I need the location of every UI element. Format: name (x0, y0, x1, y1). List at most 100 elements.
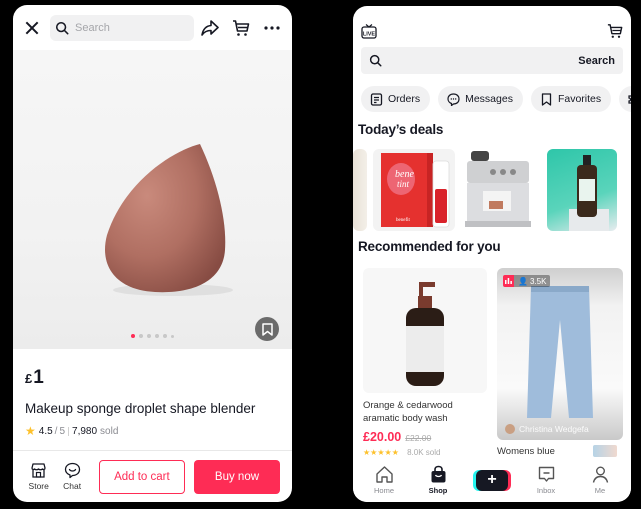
deal-item[interactable] (461, 149, 541, 231)
rating-max: 5 (59, 425, 66, 437)
product-price: £20.00 £22.00 (363, 430, 431, 444)
pagination-dot[interactable] (155, 334, 159, 338)
divider (68, 426, 70, 436)
rating-separator: / (54, 425, 58, 437)
nav-label: Home (373, 486, 394, 495)
pagination-dot[interactable] (139, 334, 143, 338)
chip-messages[interactable]: Messages (438, 86, 523, 112)
share-icon[interactable] (200, 18, 220, 38)
product-detail-screen: Search £ 1 Makeup sponge droplet shape b… (13, 5, 292, 502)
chip-label: Orders (388, 93, 421, 105)
blue-trousers-image (527, 286, 593, 418)
product-image-gallery[interactable] (13, 50, 292, 349)
chip-favorites[interactable]: Favorites (530, 86, 612, 112)
add-to-cart-button[interactable]: Add to cart (98, 459, 185, 494)
nav-shop[interactable]: Shop (416, 465, 460, 495)
search-icon (55, 21, 69, 34)
coupon-icon (628, 94, 631, 104)
deal-brand-text: tint (397, 179, 410, 189)
product-card[interactable] (363, 268, 487, 393)
product-rating: ★★★★★ 8.0K sold (363, 448, 440, 457)
bottom-navigation: Home Shop + Inbox Me (353, 458, 631, 502)
deal-sub-text: benefit (396, 218, 410, 223)
nav-label: Me (594, 486, 606, 495)
pagination-dot[interactable] (171, 334, 174, 338)
orders-icon (370, 92, 383, 106)
creator-tag[interactable]: Christina Wedgefa (505, 424, 589, 434)
close-icon[interactable] (23, 19, 41, 37)
product-title: Makeup sponge droplet shape blender (25, 401, 256, 416)
product-thumbnail (593, 445, 617, 457)
cart-icon[interactable] (231, 18, 251, 38)
original-price: £22.00 (405, 433, 432, 443)
chip-label: Messages (465, 93, 513, 105)
product-name: Orange & cedarwood aramatic body wash (363, 400, 453, 424)
search-icon (369, 54, 382, 67)
chip-coupons[interactable] (619, 86, 631, 112)
price-amount: 1 (33, 367, 44, 388)
body-wash-image (406, 282, 444, 386)
store-icon (31, 463, 46, 478)
chat-icon (64, 462, 80, 479)
store-button[interactable]: Store (26, 462, 51, 491)
todays-deals-carousel[interactable]: bene tint benefit (353, 149, 617, 231)
buy-now-button[interactable]: Buy now (193, 459, 280, 494)
nav-create[interactable]: + (470, 469, 514, 491)
deal-item[interactable] (547, 149, 617, 231)
makeup-sponge-image (105, 144, 233, 296)
rating-value: 4.5 (38, 425, 53, 437)
create-plus-icon: + (473, 469, 511, 491)
creator-name: Christina Wedgefa (519, 424, 589, 434)
nav-me[interactable]: Me (578, 465, 622, 495)
inbox-icon (538, 466, 554, 482)
profile-icon (592, 466, 608, 483)
quick-links: Orders Messages Favorites (361, 86, 631, 112)
shop-search-input[interactable]: Search (361, 47, 623, 74)
svg-text:LIVE: LIVE (363, 31, 376, 37)
rating-stars: ★★★★★ (363, 448, 399, 457)
chat-label: Chat (63, 481, 82, 491)
product-top-bar: Search (13, 5, 292, 50)
pagination-dot[interactable] (131, 334, 135, 338)
shop-bag-icon (431, 465, 445, 483)
messages-icon (447, 92, 460, 106)
favorites-icon (541, 92, 552, 106)
hair-oil-image (569, 155, 609, 231)
pagination-dot[interactable] (163, 334, 167, 338)
product-name: Womens blue (497, 446, 555, 457)
deal-item[interactable] (353, 149, 367, 231)
nav-home[interactable]: Home (362, 465, 406, 495)
nav-label: Inbox (536, 486, 556, 495)
more-icon[interactable] (262, 18, 282, 38)
search-button[interactable]: Search (578, 55, 615, 67)
creator-avatar (505, 424, 515, 434)
shop-home-screen: LIVE Search Orders Messages Favorites To… (353, 6, 631, 502)
purchase-bar: Store Chat Add to cart Buy now (13, 450, 292, 502)
pagination-dot[interactable] (147, 334, 151, 338)
recommended-title: Recommended for you (358, 239, 501, 254)
save-bookmark-button[interactable] (255, 317, 279, 341)
chip-label: Favorites (557, 93, 602, 105)
live-product-card[interactable]: 👤 3.5K Christina Wedgefa (497, 268, 623, 440)
cart-icon[interactable] (607, 23, 623, 39)
live-badge: 👤 3.5K (503, 275, 551, 287)
star-icon: ★ (25, 424, 36, 438)
product-rating: ★ 4.5 / 5 7,980 sold (25, 424, 280, 438)
live-viewer-count: 3.5K (529, 276, 547, 286)
nav-inbox[interactable]: Inbox (524, 465, 568, 495)
espresso-machine-image (465, 151, 531, 227)
sold-count: 7,980 (72, 425, 98, 437)
sold-label: sold (100, 425, 119, 437)
shop-top-bar: LIVE (353, 20, 631, 42)
viewer-icon: 👤 (518, 276, 528, 286)
chat-button[interactable]: Chat (59, 462, 84, 491)
live-icon[interactable]: LIVE (361, 23, 377, 39)
live-bars-icon (503, 275, 514, 287)
gallery-pagination (13, 334, 292, 338)
benetint-image: bene tint benefit (381, 153, 450, 228)
search-input[interactable]: Search (50, 14, 194, 41)
deal-item[interactable]: bene tint benefit (373, 149, 455, 231)
chip-orders[interactable]: Orders (361, 86, 431, 112)
search-placeholder: Search (75, 21, 110, 34)
product-price: £ 1 (25, 367, 280, 389)
